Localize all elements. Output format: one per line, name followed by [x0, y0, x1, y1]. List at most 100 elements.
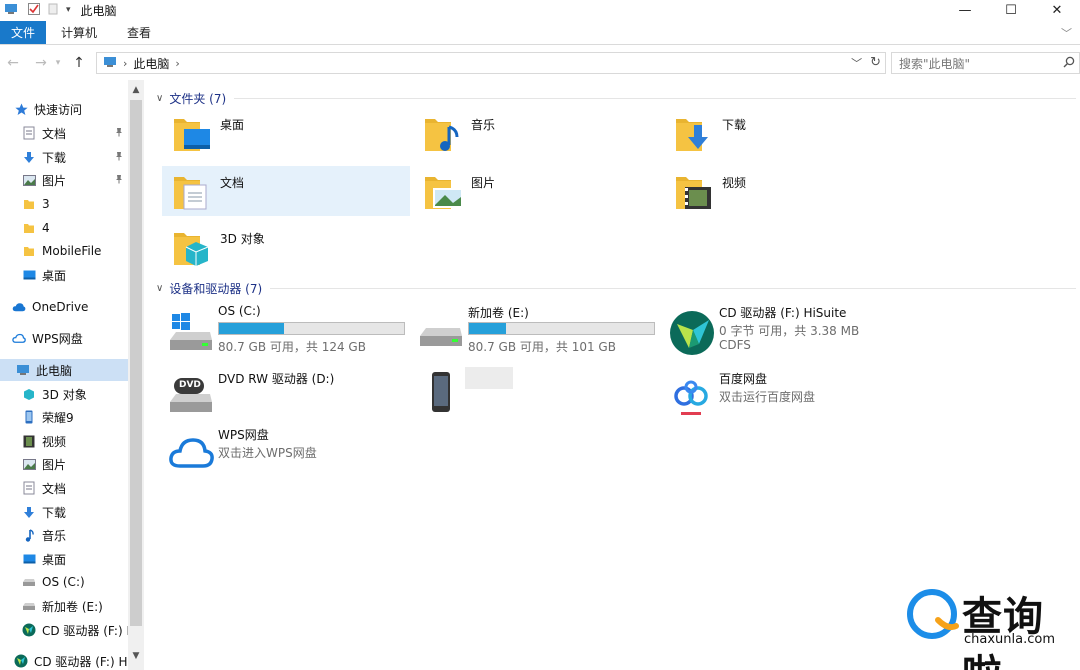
drive-vol-e[interactable]: 新加卷 (E:) 80.7 GB 可用，共 101 GB: [418, 304, 668, 360]
back-button[interactable]: ←: [2, 55, 24, 71]
sidebar-item-label: OneDrive: [32, 300, 89, 314]
3d-objects-folder-icon: [170, 225, 214, 269]
baidu-netdisk[interactable]: 百度网盘 双击运行百度网盘: [669, 370, 919, 426]
folder-icon: [22, 197, 36, 211]
watermark-logo-icon: [907, 589, 959, 639]
folder-icon: [22, 221, 36, 235]
close-button[interactable]: ✕: [1034, 0, 1080, 20]
desktop-icon: [22, 552, 36, 566]
drive-name: OS (C:): [218, 304, 261, 318]
phone-icon: [22, 410, 36, 424]
device-phone[interactable]: [418, 364, 668, 420]
video-icon: [22, 434, 36, 448]
recent-locations-button[interactable]: ▾: [52, 58, 64, 68]
dvd-drive-icon: DVD: [168, 376, 214, 420]
sidebar-item-16[interactable]: 下载: [0, 501, 128, 523]
scroll-up-button[interactable]: ▲: [128, 82, 144, 98]
sidebar-item-label: CD 驱动器 (F:) H: [42, 623, 128, 638]
title-bar: ▾ 此电脑 — ☐ ✕: [0, 0, 1080, 20]
sidebar-item-21[interactable]: CD 驱动器 (F:) H: [0, 619, 128, 641]
folder-downloads[interactable]: 下载: [664, 108, 912, 158]
sidebar-item-12[interactable]: 荣耀9: [0, 406, 128, 428]
chevron-down-icon[interactable]: ﹀: [851, 55, 862, 71]
pin-icon[interactable]: [114, 173, 124, 187]
tab-file[interactable]: 文件: [0, 21, 46, 44]
sidebar-item-label: 快速访问: [34, 102, 83, 117]
sidebar-item-label: 桌面: [42, 552, 67, 567]
search-icon[interactable]: [1063, 56, 1075, 71]
sidebar-item-label: OS (C:): [42, 575, 85, 589]
sidebar-item-label: 新加卷 (E:): [42, 599, 103, 614]
folder-name: 3D 对象: [220, 232, 265, 246]
sidebar-item-8[interactable]: OneDrive: [0, 296, 128, 318]
maximize-button[interactable]: ☐: [988, 0, 1034, 20]
address-bar[interactable]: › 此电脑 › ﹀ ↻: [96, 52, 886, 74]
folder-videos[interactable]: 视频: [664, 166, 912, 216]
sidebar-item-15[interactable]: 文档: [0, 477, 128, 499]
search-input[interactable]: 搜索"此电脑": [891, 52, 1080, 74]
tab-computer[interactable]: 计算机: [46, 21, 112, 44]
sidebar-item-20[interactable]: 新加卷 (E:): [0, 595, 128, 617]
drive-name: CD 驱动器 (F:) HiSuite: [719, 306, 847, 320]
folders-group-header[interactable]: ∨ 文件夹 (7): [156, 90, 1076, 107]
sidebar-item-7[interactable]: 桌面: [0, 264, 128, 286]
refresh-icon[interactable]: ↻: [870, 55, 881, 71]
minimize-button[interactable]: —: [942, 0, 988, 20]
document-icon: [22, 481, 36, 495]
sidebar-item-3[interactable]: 图片: [0, 169, 128, 191]
picture-icon: [22, 173, 36, 187]
sidebar-item-22[interactable]: CD 驱动器 (F:) Hi: [0, 650, 128, 670]
breadcrumb-this-pc[interactable]: 此电脑: [133, 55, 169, 72]
chevron-down-icon[interactable]: ﹀: [1061, 25, 1072, 41]
sidebar-item-10[interactable]: 此电脑: [0, 359, 128, 381]
computer-icon[interactable]: [4, 3, 18, 18]
scroll-down-button[interactable]: ▼: [128, 648, 144, 664]
sidebar-item-2[interactable]: 下载: [0, 146, 128, 168]
sidebar-item-17[interactable]: 音乐: [0, 524, 128, 546]
forward-button[interactable]: →: [30, 55, 52, 71]
folder-music[interactable]: 音乐: [413, 108, 661, 158]
new-folder-icon[interactable]: [48, 3, 58, 18]
wps-netdisk[interactable]: WPS网盘 双击进入WPS网盘: [168, 426, 418, 482]
sidebar-item-13[interactable]: 视频: [0, 430, 128, 452]
cloud-icon: [12, 300, 26, 314]
sidebar-item-label: MobileFile: [42, 244, 102, 258]
sidebar-item-label: 视频: [42, 434, 67, 449]
folder-documents[interactable]: 文档: [162, 166, 410, 216]
sidebar-scrollbar[interactable]: ▲ ▼: [128, 80, 144, 670]
devices-group-title: 设备和驱动器 (7): [169, 282, 263, 296]
properties-icon[interactable]: [28, 2, 40, 18]
folder-3d-objects[interactable]: 3D 对象: [162, 222, 410, 272]
sidebar-item-11[interactable]: 3D 对象: [0, 383, 128, 405]
sidebar-item-6[interactable]: MobileFile: [0, 240, 128, 262]
folders-group-title: 文件夹 (7): [169, 92, 227, 106]
breadcrumb-separator[interactable]: ›: [123, 57, 127, 70]
up-button[interactable]: ↑: [68, 55, 90, 71]
folder-desktop[interactable]: 桌面: [162, 108, 410, 158]
chevron-down-icon[interactable]: ∨: [156, 283, 163, 294]
drive-cd-f-hisuite[interactable]: CD 驱动器 (F:) HiSuite 0 字节 可用，共 3.38 MB CD…: [669, 304, 919, 360]
tab-view[interactable]: 查看: [112, 21, 166, 44]
sidebar-item-label: 音乐: [42, 528, 67, 543]
devices-group-header[interactable]: ∨ 设备和驱动器 (7): [156, 280, 1076, 297]
customize-toolbar-icon[interactable]: ▾: [66, 5, 71, 15]
sidebar-item-18[interactable]: 桌面: [0, 548, 128, 570]
chevron-down-icon[interactable]: ∨: [156, 93, 163, 104]
scrollbar-thumb[interactable]: [130, 100, 142, 626]
sidebar-item-label: 图片: [42, 457, 67, 472]
drive-dvd-d[interactable]: DVD DVD RW 驱动器 (D:): [168, 370, 418, 426]
sidebar-item-9[interactable]: WPS网盘: [0, 327, 128, 349]
sidebar-item-5[interactable]: 4: [0, 217, 128, 239]
pin-icon[interactable]: [114, 126, 124, 140]
folder-pictures[interactable]: 图片: [413, 166, 661, 216]
breadcrumb-separator[interactable]: ›: [175, 57, 179, 70]
quick-access-toolbar: ▾: [0, 0, 71, 20]
drive-name: DVD RW 驱动器 (D:): [218, 372, 335, 386]
sidebar-item-1[interactable]: 文档: [0, 122, 128, 144]
sidebar-item-0[interactable]: 快速访问: [0, 98, 128, 120]
pin-icon[interactable]: [114, 150, 124, 164]
sidebar-item-4[interactable]: 3: [0, 193, 128, 215]
sidebar-item-19[interactable]: OS (C:): [0, 571, 128, 593]
drive-os-c[interactable]: OS (C:) 80.7 GB 可用，共 124 GB: [168, 304, 418, 360]
sidebar-item-14[interactable]: 图片: [0, 453, 128, 475]
